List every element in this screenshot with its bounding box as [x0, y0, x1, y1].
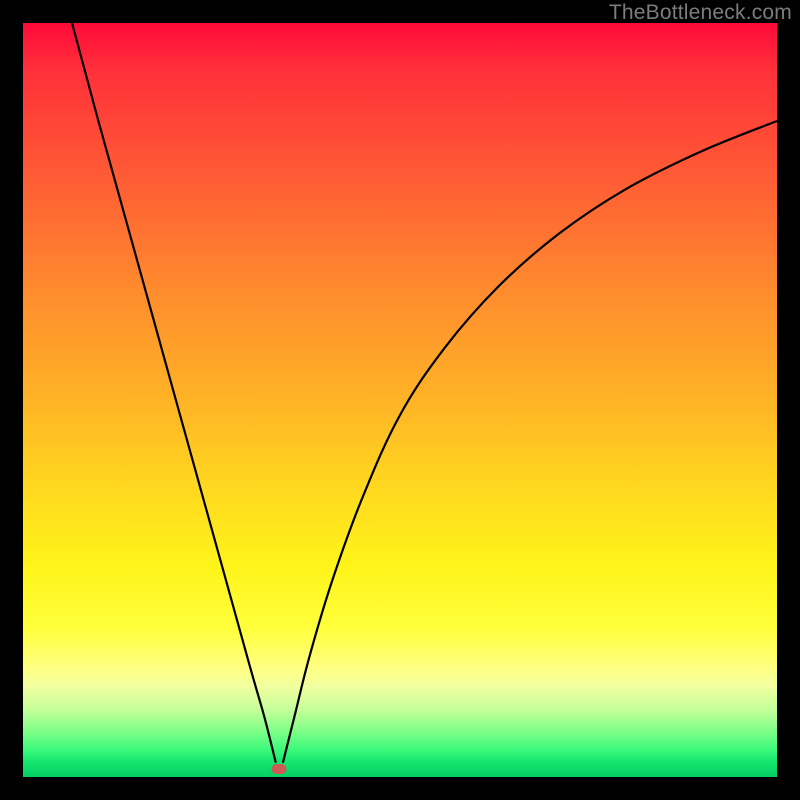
watermark-text: TheBottleneck.com	[609, 1, 792, 25]
chart-frame: TheBottleneck.com	[0, 0, 800, 800]
plot-area	[23, 23, 777, 777]
minimum-marker	[272, 764, 287, 774]
curve-left-branch	[72, 23, 276, 762]
curve-right-branch	[283, 121, 777, 762]
bottleneck-curve	[23, 23, 777, 777]
